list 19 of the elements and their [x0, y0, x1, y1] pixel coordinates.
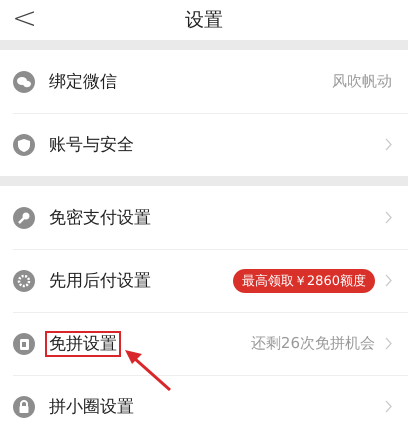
- key-icon: [13, 206, 35, 228]
- setting-value: 风吹帆动: [332, 72, 392, 91]
- shield-icon: [13, 134, 35, 156]
- setting-value: 还剩26次免拼机会: [250, 334, 375, 353]
- page-title: 设置: [185, 8, 223, 33]
- setting-label[interactable]: 免拼设置: [45, 330, 121, 356]
- card-icon: [13, 332, 35, 354]
- back-button[interactable]: <: [12, 2, 38, 36]
- setting-label[interactable]: 免密支付设置: [45, 204, 155, 230]
- chat-icon: [13, 70, 35, 92]
- setting-label[interactable]: 先用后付设置: [45, 268, 155, 294]
- setting-label[interactable]: 账号与安全: [45, 132, 138, 158]
- setting-label[interactable]: 绑定微信: [45, 68, 121, 94]
- setting-label[interactable]: 拼小圈设置: [45, 394, 138, 420]
- lock-icon: [13, 396, 35, 418]
- settings-row[interactable]: 绑定微信 风吹帆动: [0, 50, 408, 113]
- gear-icon: [13, 270, 35, 292]
- annotation-arrow: [122, 348, 174, 394]
- promo-badge: 最高领取￥2860额度: [232, 268, 375, 292]
